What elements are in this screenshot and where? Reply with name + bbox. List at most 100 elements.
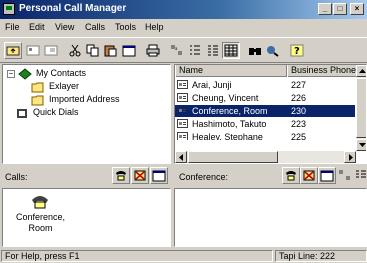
- hangup-button[interactable]: [131, 167, 149, 184]
- scroll-down-button[interactable]: [356, 139, 366, 151]
- menu-help[interactable]: Help: [145, 22, 164, 32]
- properties-button[interactable]: [42, 42, 60, 59]
- details-view-button[interactable]: [222, 42, 240, 59]
- tree-label: My Contacts: [36, 68, 87, 78]
- contacts-book-icon: [18, 68, 32, 80]
- phone-answer-icon: [116, 171, 126, 181]
- menu-calls[interactable]: Calls: [85, 22, 105, 32]
- scissors-icon: [69, 44, 81, 57]
- conference-panel-header: Conference:: [174, 166, 367, 188]
- folder-icon: [31, 95, 44, 106]
- contact-phone: 225: [291, 132, 307, 140]
- arrow-right-icon: [349, 154, 353, 161]
- help-button[interactable]: ?: [288, 42, 306, 59]
- menu-edit[interactable]: Edit: [29, 22, 45, 32]
- minimize-button[interactable]: _: [318, 3, 332, 15]
- scroll-left-button[interactable]: [175, 151, 187, 163]
- scroll-right-button[interactable]: [344, 151, 356, 163]
- column-header-name[interactable]: Name: [175, 65, 287, 77]
- list-icon: [356, 170, 366, 178]
- conference-hangup-button[interactable]: [300, 167, 318, 184]
- contact-card-icon: [177, 119, 188, 128]
- paste-button[interactable]: [102, 42, 120, 59]
- find-button[interactable]: [246, 42, 264, 59]
- answer-call-button[interactable]: [112, 167, 130, 184]
- print-button[interactable]: [144, 42, 162, 59]
- menu-tools[interactable]: Tools: [115, 22, 136, 32]
- arrow-down-icon: [359, 143, 366, 147]
- help-icon: ?: [290, 44, 304, 57]
- list-icon: [208, 45, 218, 56]
- contact-phone: 226: [291, 93, 307, 103]
- contact-row[interactable]: Cheung, Vincent 226: [175, 92, 355, 104]
- scroll-thumb[interactable]: [356, 78, 366, 138]
- vertical-scrollbar[interactable]: [356, 65, 366, 151]
- scroll-thumb-horizontal[interactable]: [188, 151, 278, 163]
- card-list-icon: [44, 45, 58, 56]
- contact-card-icon: [177, 132, 188, 140]
- status-help-text: For Help, press F1: [1, 250, 273, 262]
- directory-button[interactable]: [264, 42, 282, 59]
- contact-phone: 223: [291, 119, 307, 129]
- collapse-toggle[interactable]: −: [7, 70, 15, 78]
- conference-phone-icon: [32, 196, 48, 209]
- svg-text:a: a: [175, 46, 178, 51]
- status-bar: For Help, press F1 Tapi Line: 222: [0, 248, 367, 263]
- svg-text:?: ?: [294, 46, 300, 57]
- title-bar[interactable]: Personal Call Manager _ □ ×: [0, 0, 367, 19]
- contacts-list[interactable]: Name Business Phone N Arai, Junji 227 Ch…: [174, 64, 367, 164]
- arrow-up-icon: [359, 69, 366, 73]
- contact-row[interactable]: Healey, Stephane 225: [175, 131, 355, 140]
- app-window: Personal Call Manager _ □ × File Edit Vi…: [0, 0, 367, 263]
- properties-icon: [152, 170, 166, 182]
- contact-row-selected[interactable]: Conference, Room 230: [175, 105, 355, 117]
- window-title: Personal Call Manager: [19, 3, 127, 14]
- properties-dialog-button[interactable]: [120, 42, 138, 59]
- calls-pane[interactable]: Conference, Room: [2, 188, 171, 247]
- calls-label: Calls:: [5, 172, 28, 182]
- large-icons-button[interactable]: a: [168, 42, 186, 59]
- conference-answer-button[interactable]: [282, 167, 300, 184]
- up-folder-button[interactable]: [4, 42, 22, 59]
- scroll-up-button[interactable]: [356, 65, 366, 77]
- maximize-button[interactable]: □: [333, 3, 347, 15]
- card-icon: [26, 45, 40, 56]
- tree-label: Quick Dials: [33, 107, 79, 117]
- menu-view[interactable]: View: [55, 22, 74, 32]
- conference-properties-button[interactable]: [318, 167, 336, 184]
- contact-row[interactable]: Arai, Junji 227: [175, 79, 355, 91]
- large-icons-icon: [339, 170, 350, 180]
- menu-file[interactable]: File: [5, 22, 20, 32]
- menu-bar: File Edit View Calls Tools Help: [0, 20, 367, 36]
- phone-app-icon: [3, 3, 15, 15]
- folder-icon: [31, 82, 44, 93]
- contact-name: Cheung, Vincent: [192, 93, 259, 103]
- contact-name: Conference, Room: [192, 106, 268, 116]
- paste-icon: [104, 45, 117, 57]
- properties-icon: [122, 45, 136, 57]
- contacts-tree[interactable]: − My Contacts Exlayer Imported Address Q…: [2, 64, 171, 164]
- conference-list-button[interactable]: [352, 167, 367, 184]
- contact-row[interactable]: Hashimoto, Takuto 223: [175, 118, 355, 130]
- calls-panel-header: Calls:: [0, 166, 172, 188]
- arrow-left-icon: [179, 154, 183, 161]
- contact-card-icon: [177, 80, 188, 89]
- list-view-button[interactable]: [204, 42, 222, 59]
- list-header: Name Business Phone N: [175, 65, 366, 77]
- cut-button[interactable]: [66, 42, 84, 59]
- contact-name: Arai, Junji: [192, 80, 232, 90]
- active-call-item[interactable]: Conference, Room: [13, 192, 73, 242]
- contact-name: Hashimoto, Takuto: [192, 119, 267, 129]
- copy-icon: [86, 44, 99, 57]
- column-header-business-phone[interactable]: Business Phone N: [287, 65, 366, 77]
- new-contact-button[interactable]: [24, 42, 42, 59]
- conference-pane[interactable]: [174, 188, 367, 247]
- contact-phone: 230: [291, 106, 307, 116]
- copy-button[interactable]: [84, 42, 102, 59]
- call-properties-button[interactable]: [150, 167, 168, 184]
- small-icons-button[interactable]: [186, 42, 204, 59]
- call-label-line2: Room: [28, 223, 53, 233]
- toolbar: a ?: [0, 37, 367, 63]
- horizontal-scrollbar[interactable]: [175, 151, 356, 163]
- close-button[interactable]: ×: [350, 3, 364, 15]
